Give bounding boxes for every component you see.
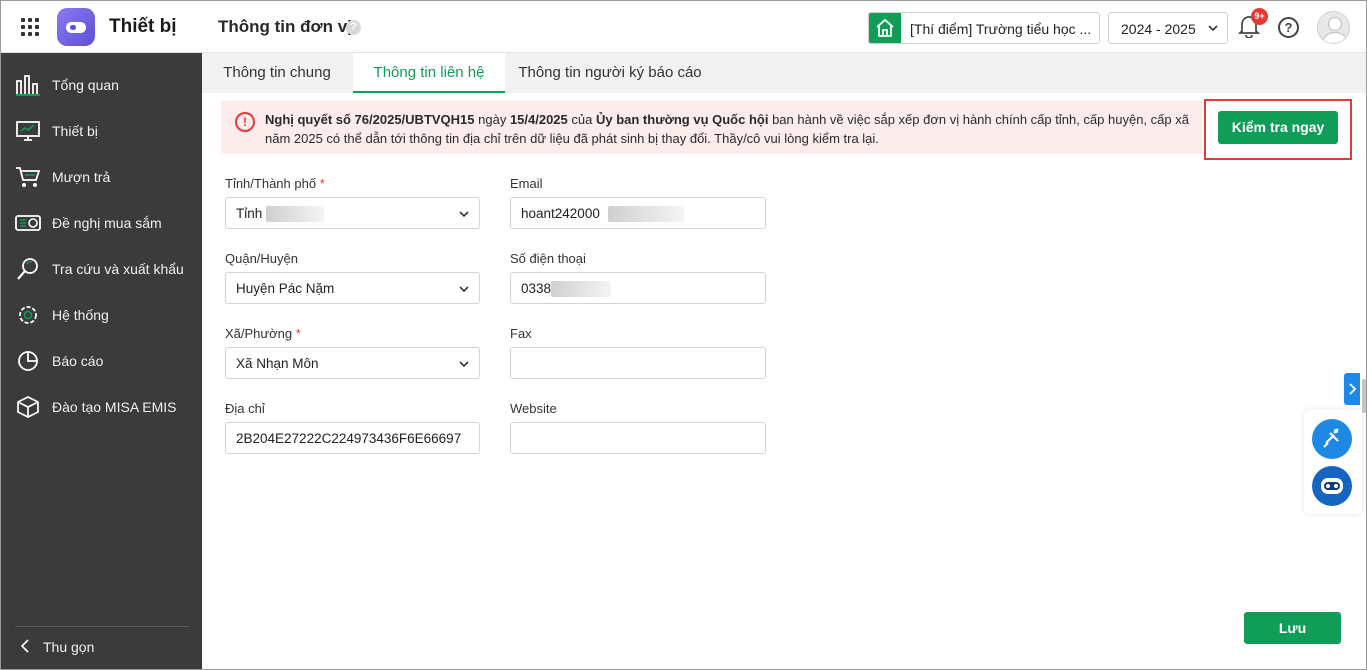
sidebar-item-label: Tra cứu và xuất khẩu (52, 261, 184, 277)
assistant-bot-button[interactable] (1312, 466, 1352, 506)
cube-icon (17, 396, 39, 418)
address-value: 2B204E27222C224973436F6E66697 (236, 431, 462, 446)
floating-tools (1304, 410, 1362, 514)
tab-general-info[interactable]: Thông tin chung (202, 53, 352, 93)
save-button[interactable]: Lưu (1244, 612, 1341, 644)
tab-report-signer[interactable]: Thông tin người ký báo cáo (505, 53, 715, 93)
sidebar-item-label: Báo cáo (52, 353, 104, 369)
sidebar-item-label: Hệ thống (52, 307, 109, 323)
chevron-right-icon (1349, 383, 1357, 395)
sidebar-item-reports[interactable]: Báo cáo (1, 338, 202, 384)
email-label: Email (510, 176, 543, 191)
warning-icon: ! (235, 112, 255, 132)
check-now-button[interactable]: Kiểm tra ngay (1218, 111, 1338, 144)
district-select[interactable]: Huyện Pác Nặm (225, 272, 480, 304)
redacted-value (608, 206, 684, 222)
phone-input[interactable]: 0338 (510, 272, 766, 304)
top-bar: Thiết bị Thông tin đơn vị ? [Thí điểm] T… (1, 1, 1366, 53)
province-select[interactable]: Tỉnh (225, 197, 480, 229)
email-input[interactable]: hoant242000 (510, 197, 766, 229)
admin-change-alert: ! Nghị quyết số 76/2025/UBTVQH15 ngày 15… (221, 101, 1202, 154)
sidebar-item-training[interactable]: Đào tạo MISA EMIS (1, 384, 202, 430)
tab-contact-info[interactable]: Thông tin liên hệ (353, 53, 505, 93)
pie-chart-icon (18, 351, 38, 371)
chevron-down-icon (459, 211, 469, 218)
redacted-value (551, 281, 611, 297)
sidebar-item-purchase-request[interactable]: Đề nghị mua sắm (1, 200, 202, 246)
monitor-icon (16, 121, 40, 141)
ward-value: Xã Nhạn Môn (236, 356, 319, 371)
sidebar-divider (15, 626, 189, 627)
province-label: Tỉnh/Thành phố * (225, 176, 325, 191)
gear-icon (19, 306, 37, 324)
school-name: [Thí điểm] Trường tiểu học ... (910, 21, 1092, 37)
tab-bar: Thông tin chung Thông tin liên hệ Thông … (202, 53, 1366, 93)
phone-label: Số điện thoại (510, 251, 586, 266)
sidebar-item-label: Thiết bị (52, 123, 98, 139)
address-label: Địa chỉ (225, 401, 265, 416)
address-input[interactable]: 2B204E27222C224973436F6E66697 (225, 422, 480, 454)
chevron-down-icon (459, 286, 469, 293)
chevron-down-icon (1208, 25, 1218, 32)
ward-label: Xã/Phường * (225, 326, 301, 341)
bot-icon (1321, 478, 1343, 494)
collapse-sidebar-button[interactable]: Thu gọn (19, 638, 94, 657)
ward-select[interactable]: Xã Nhạn Môn (225, 347, 480, 379)
website-input[interactable] (510, 422, 766, 454)
side-panel-toggle[interactable] (1344, 373, 1360, 405)
collapse-label: Thu gọn (43, 639, 95, 655)
school-year-value: 2024 - 2025 (1121, 21, 1196, 37)
sidebar-item-label: Tổng quan (52, 77, 119, 93)
app-title: Thiết bị (109, 16, 177, 37)
sidebar-item-devices[interactable]: Thiết bị (1, 108, 202, 154)
page-title: Thông tin đơn vị (218, 17, 352, 36)
school-selector[interactable]: [Thí điểm] Trường tiểu học ... (868, 12, 1100, 44)
search-icon (17, 258, 38, 280)
district-value: Huyện Pác Nặm (236, 281, 335, 296)
app-logo (57, 8, 95, 46)
chevron-left-icon (20, 639, 29, 653)
fax-input[interactable] (510, 347, 766, 379)
page-help-icon[interactable]: ? (346, 20, 361, 35)
email-value: hoant242000 (521, 206, 600, 221)
sidebar-item-label: Đề nghị mua sắm (52, 215, 162, 231)
bar-chart-icon (16, 75, 40, 96)
app-window: Thiết bị Thông tin đơn vị ? [Thí điểm] T… (0, 0, 1367, 670)
help-icon[interactable]: ? (1278, 17, 1299, 38)
phone-value: 0338 (521, 281, 552, 296)
school-home-icon (869, 13, 901, 43)
app-grid-icon[interactable] (21, 18, 39, 36)
school-year-select[interactable]: 2024 - 2025 (1108, 12, 1228, 44)
redacted-value (266, 206, 324, 222)
sidebar-item-overview[interactable]: Tổng quan (1, 62, 202, 108)
avatar[interactable] (1317, 11, 1350, 44)
scrollbar[interactable] (1362, 379, 1366, 413)
sidebar-item-lookup-export[interactable]: Tra cứu và xuất khẩu (1, 246, 202, 292)
support-button[interactable] (1312, 419, 1352, 459)
cart-icon (16, 167, 41, 187)
check-now-highlight: Kiểm tra ngay (1204, 99, 1352, 160)
notification-badge: 9+ (1251, 8, 1268, 25)
website-label: Website (510, 401, 557, 416)
sidebar-item-system[interactable]: Hệ thống (1, 292, 202, 338)
sidebar-item-borrow[interactable]: Mượn trả (1, 154, 202, 200)
purchase-request-icon (15, 215, 41, 231)
sidebar: Tổng quan Thiết bị Mượn trả Đề nghị mua … (1, 53, 202, 669)
chevron-down-icon (459, 361, 469, 368)
sidebar-item-label: Đào tạo MISA EMIS (52, 399, 177, 415)
satellite-icon (1323, 428, 1339, 448)
province-value: Tỉnh (236, 206, 263, 221)
alert-message: Nghị quyết số 76/2025/UBTVQH15 ngày 15/4… (265, 112, 1189, 146)
fax-label: Fax (510, 326, 532, 341)
sidebar-item-label: Mượn trả (52, 169, 111, 185)
district-label: Quận/Huyện (225, 251, 298, 266)
